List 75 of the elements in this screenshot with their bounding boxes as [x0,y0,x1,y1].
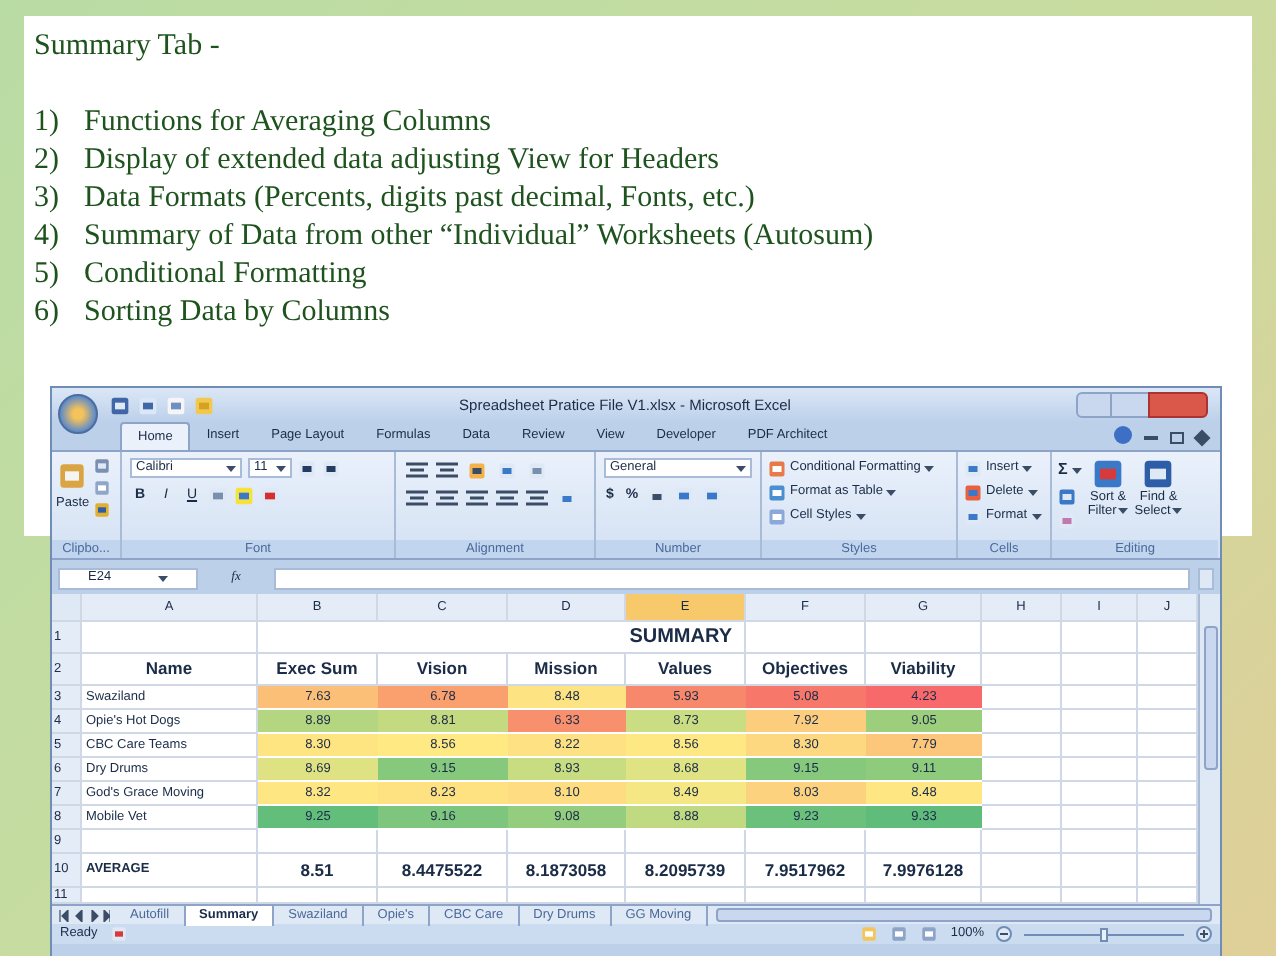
zoom-out-icon[interactable] [996,926,1012,942]
empty-cell [1062,654,1138,686]
align-middle-icon[interactable] [436,462,458,480]
align-center-icon[interactable] [436,490,458,508]
caret-icon [855,513,866,519]
table-cell: 8.2095739 [626,854,746,888]
help-icon[interactable] [1114,426,1132,444]
list-item: Conditional Formatting [84,256,367,294]
table-cell: 8.4475522 [378,854,508,888]
empty-cell [1062,806,1138,830]
table-cell: 7.9517962 [746,854,866,888]
office-button[interactable] [58,393,98,433]
list-number: 6) [34,294,61,332]
caret-icon [1118,508,1129,514]
caret-icon [276,465,286,471]
sheet-navigation-icon[interactable] [58,909,110,921]
caret-icon [886,489,897,495]
empty-cell [508,830,626,854]
empty-cell [258,830,378,854]
caret-icon [158,575,168,581]
empty-cell [746,830,866,854]
empty-cell [866,622,982,654]
autosum-button[interactable]: Σ [1058,458,1082,482]
empty-cell [1062,830,1138,854]
empty-cell [1062,758,1138,782]
zoom-slider-thumb[interactable] [1100,927,1108,941]
align-top-icon[interactable] [406,462,428,480]
list-item: Functions for Averaging Columns [84,104,491,142]
increase-indent-icon[interactable] [526,490,548,508]
zoom-in-icon[interactable] [1196,926,1212,942]
empty-cell [1062,622,1138,654]
caret-icon [226,465,236,471]
list-number: 5) [34,256,61,294]
empty-cell [1062,710,1138,734]
empty-cell [746,622,866,654]
list-item: Sorting Data by Columns [84,294,390,332]
caret-icon [1071,467,1082,473]
column-heading: Name [82,654,258,686]
horizontal-scrollbar[interactable] [715,908,1212,922]
empty-cell [982,654,1062,686]
sheet-title: SUMMARY [258,622,746,654]
table-cell: 7.9976128 [866,854,982,888]
list-item: Display of extended data adjusting View for Headers [84,142,719,180]
list-number: 2) [34,142,61,180]
table-cell: 8.1873058 [508,854,626,888]
list-number: 3) [34,180,61,218]
empty-cell [1062,686,1138,710]
formula-field[interactable] [274,567,1190,589]
list-item: Data Formats (Percents, digits past decimal, Fonts, etc.) [84,180,755,218]
empty-cell [626,830,746,854]
close-workbook-button[interactable] [1193,429,1211,447]
decrease-indent-icon[interactable] [496,490,518,508]
list-number: 1) [34,104,61,142]
empty-cell [1062,854,1138,888]
vertical-scrollbar-thumb[interactable] [1203,626,1217,770]
empty-cell [378,830,508,854]
table-cell: 8.51 [258,854,378,888]
align-left-icon[interactable] [406,490,428,508]
align-right-icon[interactable] [466,490,488,508]
caret-icon [1027,489,1038,495]
caret-icon [1172,508,1183,514]
caret-icon [924,465,935,471]
caret-icon [736,465,746,471]
empty-cell [866,830,982,854]
slide-title: Summary Tab - [34,28,222,66]
caret-icon [1022,465,1033,471]
empty-cell [982,854,1062,888]
empty-cell [1062,734,1138,758]
restore-button[interactable] [1170,432,1184,444]
empty-cell [982,830,1062,854]
list-number: 4) [34,218,61,256]
list-item: Summary of Data from other “Individual” Worksheets (Autosum) [84,218,874,256]
caret-icon [1031,513,1042,519]
empty-cell [982,622,1062,654]
empty-cell [1062,782,1138,806]
